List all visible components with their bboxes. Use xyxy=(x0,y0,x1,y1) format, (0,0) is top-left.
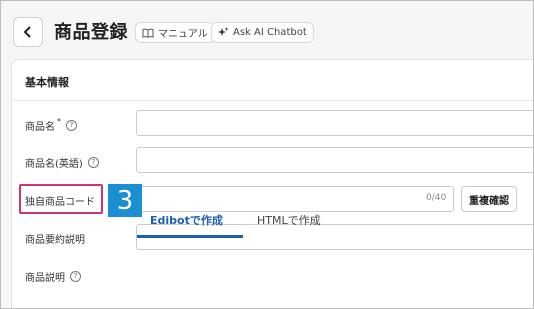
highlight-box xyxy=(19,184,103,214)
description-label: 商品説明 ? xyxy=(25,269,81,284)
unique-code-input[interactable] xyxy=(136,186,454,212)
step-badge: 3 xyxy=(108,184,142,217)
tab-html[interactable]: HTMLで作成 xyxy=(257,212,321,228)
summary-label: 商品要約説明 xyxy=(25,231,85,246)
section-title: 基本情報 xyxy=(25,76,69,89)
product-name-en-label: 商品名(英語) ? xyxy=(25,155,99,170)
ask-ai-label: Ask AI Chatbot xyxy=(233,27,307,38)
tab-edibot[interactable]: Edibotで作成 xyxy=(150,212,223,228)
product-name-label: 商品名 * ? xyxy=(25,117,77,133)
manual-button[interactable]: マニュアル xyxy=(135,22,215,43)
help-icon[interactable]: ? xyxy=(87,157,99,168)
product-name-en-input[interactable] xyxy=(136,147,533,173)
manual-label: マニュアル xyxy=(158,29,208,40)
chevron-left-icon xyxy=(23,26,31,38)
duplicate-check-button[interactable]: 重複確認 xyxy=(461,186,517,212)
page-title: 商品登録 xyxy=(54,22,128,43)
ask-ai-chatbot-button[interactable]: Ask AI Chatbot xyxy=(211,22,314,43)
basic-info-card: 基本情報 商品名 * ? 商品名(英語) ? 独自商品コード 3 0/40 重複… xyxy=(11,59,533,308)
sparkle-icon xyxy=(218,27,229,36)
product-name-input[interactable] xyxy=(136,110,533,136)
summary-text: 商品要約説明 xyxy=(25,235,85,246)
section-divider xyxy=(12,100,533,101)
char-counter: 0/40 xyxy=(426,193,447,203)
active-tab-indicator xyxy=(137,235,243,238)
description-text: 商品説明 xyxy=(25,273,65,284)
window-frame: 商品登録 マニュアル Ask AI Chatbot 基本情報 商品名 * ? 商… xyxy=(0,0,534,309)
book-icon xyxy=(142,28,154,38)
required-mark: * xyxy=(57,117,61,126)
back-button[interactable] xyxy=(13,17,43,47)
product-name-en-text: 商品名(英語) xyxy=(25,159,83,170)
product-name-text: 商品名 xyxy=(25,122,55,133)
help-icon[interactable]: ? xyxy=(66,120,77,131)
help-icon[interactable]: ? xyxy=(70,271,81,282)
